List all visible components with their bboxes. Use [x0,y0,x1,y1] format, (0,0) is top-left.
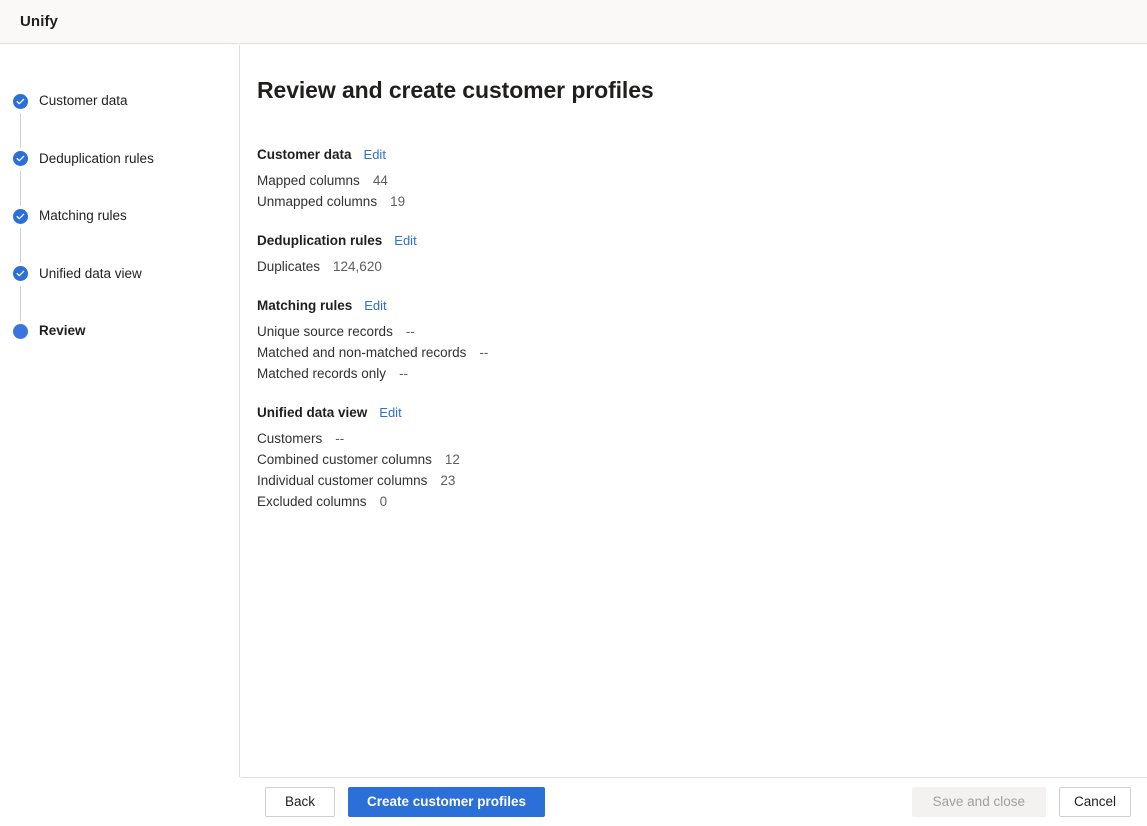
summary-section-header: Customer data Edit [257,145,1147,165]
stat-row: Matched records only -- [257,363,1147,384]
footer-left-actions: Back Create customer profiles [265,787,545,817]
sidebar-step-deduplication-rules[interactable]: Deduplication rules [0,149,239,169]
summary-section-unified-data-view: Unified data view Edit Customers --Combined… [257,403,1147,512]
stat-value: 12 [445,449,460,470]
stat-row: Matched and non-matched records -- [257,342,1147,363]
stat-value: -- [399,363,408,384]
sidebar-step-label: Review [39,324,86,338]
wizard-step-list: Customer data Deduplication rules Matching… [0,45,239,341]
stat-value: -- [335,428,344,449]
app-header: Unify [0,0,1147,44]
stat-value: 124,620 [333,256,382,277]
stat-label: Unique source records [257,321,393,342]
stat-label: Excluded columns [257,491,367,512]
stat-row: Customers -- [257,428,1147,449]
stat-label: Duplicates [257,256,320,277]
stat-row: Combined customer columns 12 [257,449,1147,470]
stat-value: 44 [373,170,388,191]
sidebar-step-label: Customer data [39,94,128,108]
check-circle-icon [13,151,28,166]
create-customer-profiles-button[interactable]: Create customer profiles [348,787,545,817]
stat-value: -- [479,342,488,363]
stat-label: Mapped columns [257,170,360,191]
stat-value: 19 [390,191,405,212]
edit-link-unified-data-view[interactable]: Edit [379,403,401,423]
wizard-sidebar: Customer data Deduplication rules Matching… [0,45,240,777]
sidebar-step-label: Unified data view [39,267,142,281]
summary-section-deduplication-rules: Deduplication rules Edit Duplicates 124,620 [257,231,1147,277]
cancel-button[interactable]: Cancel [1059,787,1131,817]
stat-label: Matched and non-matched records [257,342,466,363]
stat-row: Duplicates 124,620 [257,256,1147,277]
stat-value: 0 [380,491,388,512]
summary-section-header: Matching rules Edit [257,296,1147,316]
summary-section-header: Unified data view Edit [257,403,1147,423]
sidebar-step-label: Deduplication rules [39,152,154,166]
wizard-footer: Back Create customer profiles Save and c… [241,777,1147,826]
sidebar-step-unified-data-view[interactable]: Unified data view [0,264,239,284]
filled-circle-icon [13,324,28,339]
stat-row: Individual customer columns 23 [257,470,1147,491]
stat-row: Unique source records -- [257,321,1147,342]
app-title: Unify [20,13,58,30]
sidebar-step-matching-rules[interactable]: Matching rules [0,206,239,226]
sidebar-step-review[interactable]: Review [0,321,239,341]
main-content: Review and create customer profiles Cust… [241,45,1147,777]
summary-section-title: Customer data [257,145,352,165]
summary-section-customer-data: Customer data EditMapped columns 44Unmappe… [257,145,1147,212]
back-button[interactable]: Back [265,787,335,817]
edit-link-matching-rules[interactable]: Edit [364,296,386,316]
check-circle-icon [13,266,28,281]
stat-value: -- [406,321,415,342]
summary-section-title: Matching rules [257,296,352,316]
summary-section-header: Deduplication rules Edit [257,231,1147,251]
stat-label: Individual customer columns [257,470,427,491]
summary-section-title: Deduplication rules [257,231,382,251]
save-and-close-button: Save and close [912,787,1046,817]
edit-link-deduplication-rules[interactable]: Edit [394,231,416,251]
sidebar-step-customer-data[interactable]: Customer data [0,91,239,111]
summary-sections: Customer dataEditMapped columns44Unmappe… [241,105,1147,512]
edit-link-customer-data[interactable]: Edit [364,145,386,165]
summary-section-title: Unified data view [257,403,367,423]
sidebar-step-label: Matching rules [39,209,127,223]
unify-wizard-window: Unify Customer data Deduplication rules Ma… [0,0,1147,826]
stat-row: Unmapped columns 19 [257,191,1147,212]
stat-row: Mapped columns 44 [257,170,1147,191]
stat-label: Customers [257,428,322,449]
stat-label: Combined customer columns [257,449,432,470]
stat-label: Matched records only [257,363,386,384]
summary-section-matching-rules: Matching rulesEditUnique source records-… [257,296,1147,384]
stat-row: Excluded columns 0 [257,491,1147,512]
stat-value: 23 [440,470,455,491]
footer-right-actions: Save and close Cancel [912,787,1131,817]
check-circle-icon [13,209,28,224]
stat-label: Unmapped columns [257,191,377,212]
page-title: Review and create customer profiles [241,45,1147,105]
check-circle-icon [13,94,28,109]
